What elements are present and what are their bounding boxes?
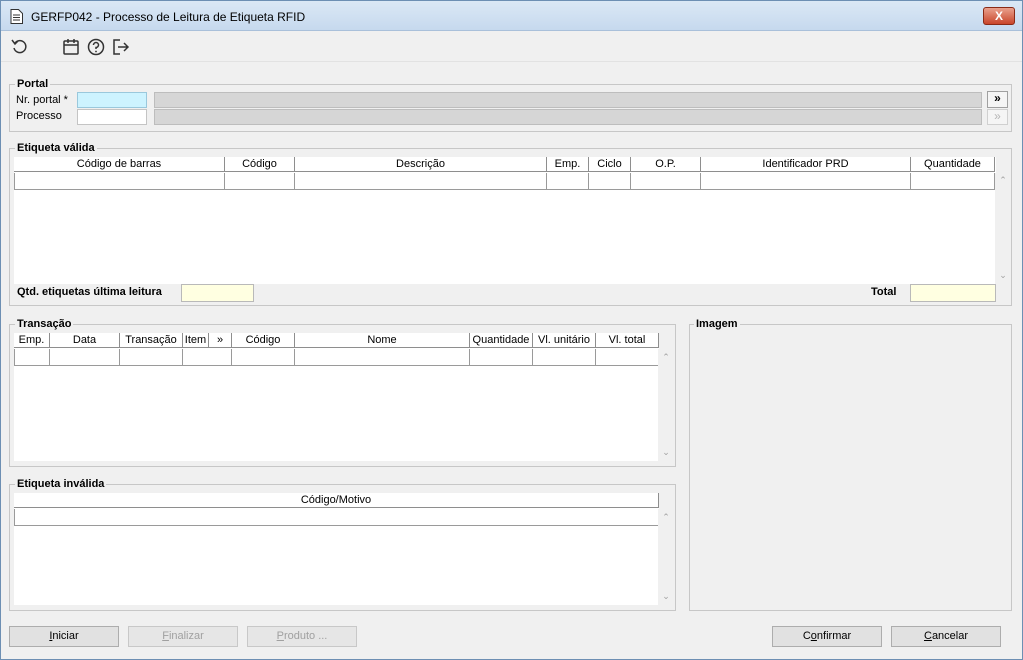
scroll-down-icon[interactable]: ⌄ — [658, 591, 674, 601]
imagem-group — [689, 324, 1012, 611]
table-cell[interactable] — [547, 173, 589, 190]
scroll-up-icon[interactable]: ⌃ — [995, 175, 1011, 185]
scroll-down-icon[interactable]: ⌄ — [658, 447, 674, 457]
table-cell[interactable] — [14, 173, 225, 190]
document-icon — [10, 9, 23, 24]
processo-label: Processo — [16, 110, 62, 122]
finalizar-button[interactable]: Finalizar — [128, 626, 238, 647]
finalizar-access-key: F — [162, 630, 169, 642]
cancelar-button[interactable]: Cancelar — [891, 626, 1001, 647]
scroll-up-icon[interactable]: ⌃ — [658, 512, 674, 522]
table-cell[interactable] — [232, 349, 295, 366]
application-window: GERFP042 - Processo de Leitura de Etique… — [0, 0, 1023, 660]
processo-input[interactable] — [77, 109, 147, 125]
table-cell[interactable] — [589, 173, 631, 190]
cancelar-label: ancelar — [931, 630, 969, 642]
nr-portal-input[interactable] — [77, 92, 147, 108]
table-cell[interactable] — [120, 349, 183, 366]
column-header[interactable]: Quantidade — [911, 157, 995, 172]
column-header[interactable]: Item — [183, 333, 209, 348]
confirmar-button[interactable]: Confirmar — [772, 626, 882, 647]
nr-portal-label: Nr. portal * — [16, 94, 68, 106]
column-header[interactable]: Data — [50, 333, 120, 348]
portal-group-title: Portal — [15, 78, 51, 91]
etiqueta-valida-title: Etiqueta válida — [15, 142, 97, 155]
column-header[interactable]: O.P. — [631, 157, 701, 172]
cancelar-access-key: C — [923, 630, 932, 642]
table-cell[interactable] — [225, 173, 295, 190]
calendar-icon[interactable] — [61, 37, 81, 57]
exit-icon[interactable] — [111, 37, 131, 57]
column-header[interactable]: Código — [232, 333, 295, 348]
column-header[interactable]: Ciclo — [589, 157, 631, 172]
table-cell[interactable] — [470, 349, 533, 366]
table-cell[interactable] — [701, 173, 911, 190]
iniciar-label: niciar — [52, 630, 79, 642]
table-cell[interactable] — [533, 349, 596, 366]
confirmar-label: nfirmar — [816, 630, 852, 642]
column-header[interactable]: Emp. — [547, 157, 589, 172]
table-cell[interactable] — [295, 349, 470, 366]
imagem-title: Imagem — [694, 318, 740, 331]
table-cell[interactable] — [14, 509, 659, 526]
nr-portal-lookup-button[interactable]: » — [987, 91, 1008, 108]
etiqueta-invalida-title: Etiqueta inválida — [15, 478, 107, 491]
column-header[interactable]: Nome — [295, 333, 470, 348]
vertical-scrollbar[interactable]: ⌃ ⌄ — [658, 349, 674, 461]
column-header[interactable]: Código/Motivo — [14, 493, 659, 508]
vertical-scrollbar[interactable]: ⌃ ⌄ — [658, 509, 674, 605]
toolbar — [1, 32, 1022, 62]
table-cell[interactable] — [183, 349, 232, 366]
vertical-scrollbar[interactable]: ⌃ ⌄ — [995, 173, 1011, 284]
title-bar: GERFP042 - Processo de Leitura de Etique… — [1, 1, 1022, 31]
processo-description — [154, 109, 982, 125]
table-cell[interactable] — [295, 173, 547, 190]
column-header[interactable]: Código — [225, 157, 295, 172]
nr-portal-description — [154, 92, 982, 108]
produto-button[interactable]: Produto ... — [247, 626, 357, 647]
total-field — [910, 284, 996, 302]
table-cell[interactable] — [911, 173, 995, 190]
processo-lookup-button[interactable]: » — [987, 109, 1008, 125]
column-header[interactable]: Emp. — [14, 333, 50, 348]
table-cell[interactable] — [14, 349, 50, 366]
column-header[interactable]: Código de barras — [14, 157, 225, 172]
iniciar-button[interactable]: Iniciar — [9, 626, 119, 647]
scroll-up-icon[interactable]: ⌃ — [658, 352, 674, 362]
table-cell[interactable] — [631, 173, 701, 190]
column-header[interactable]: » — [209, 333, 232, 348]
close-button[interactable]: X — [983, 7, 1015, 25]
column-header[interactable]: Descrição — [295, 157, 547, 172]
confirmar-label-start: C — [802, 630, 811, 642]
transacao-title: Transação — [15, 318, 74, 331]
help-icon[interactable] — [86, 37, 106, 57]
refresh-icon[interactable] — [10, 37, 30, 57]
total-label: Total — [871, 286, 897, 298]
finalizar-label: inalizar — [168, 630, 204, 642]
qtd-etiquetas-label: Qtd. etiquetas última leitura — [17, 286, 162, 298]
column-header[interactable]: Identificador PRD — [701, 157, 911, 172]
column-header[interactable]: Quantidade — [470, 333, 533, 348]
produto-access-key: P — [276, 630, 284, 642]
table-cell[interactable] — [50, 349, 120, 366]
produto-label: roduto ... — [283, 630, 328, 642]
column-header[interactable]: Vl. unitário — [533, 333, 596, 348]
scroll-down-icon[interactable]: ⌄ — [995, 270, 1011, 280]
qtd-etiquetas-field — [181, 284, 254, 302]
table-cell[interactable] — [596, 349, 659, 366]
column-header[interactable]: Vl. total — [596, 333, 659, 348]
column-header[interactable]: Transação — [120, 333, 183, 348]
window-title: GERFP042 - Processo de Leitura de Etique… — [31, 10, 306, 24]
